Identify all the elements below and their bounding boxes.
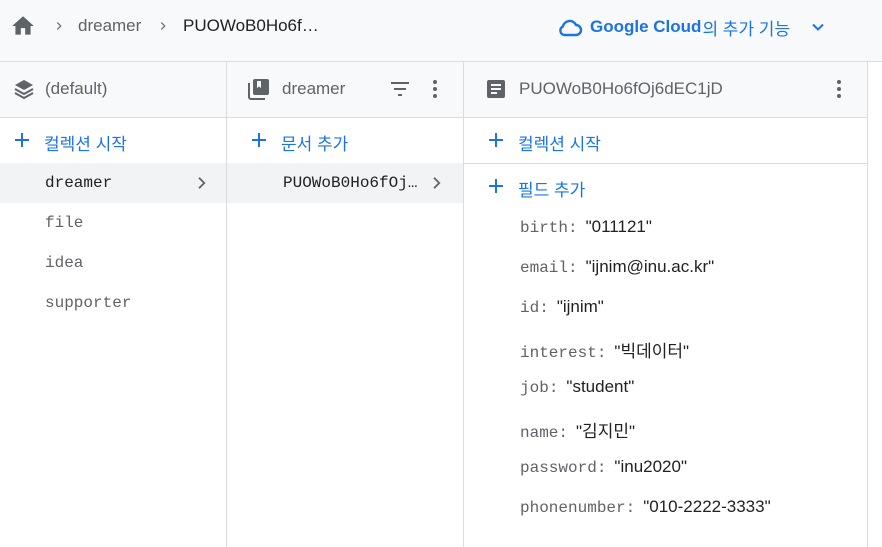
breadcrumb-collection[interactable]: dreamer	[78, 16, 141, 36]
start-subcollection-button[interactable]: 컬렉션 시작	[464, 118, 867, 162]
start-collection-button[interactable]: 컬렉션 시작	[0, 118, 226, 162]
field-separator: :	[548, 379, 559, 397]
collection-item[interactable]: dreamer	[0, 163, 226, 203]
chevron-right-icon	[160, 22, 166, 30]
more-vert-icon[interactable]	[423, 77, 447, 101]
field-value: "student"	[566, 377, 635, 396]
document-item-label: PUOWoB0Ho6fOj…	[283, 174, 418, 192]
collection-item[interactable]: file	[0, 203, 226, 243]
field-value: "ijnim"	[556, 297, 604, 316]
field-key: phonenumber	[520, 499, 626, 517]
add-field-button[interactable]: 필드 추가	[464, 164, 867, 208]
collection-item-label: idea	[45, 254, 84, 272]
chevron-right-icon	[433, 177, 441, 189]
field-separator: :	[596, 459, 607, 477]
home-icon[interactable]	[10, 13, 36, 39]
document-item[interactable]: PUOWoB0Ho6fOj…	[227, 163, 463, 203]
chevron-right-icon	[56, 22, 62, 30]
root-panel-header: (default)	[0, 62, 226, 118]
field-key: interest	[520, 344, 597, 362]
field-row[interactable]: password: "inu2020"	[520, 457, 687, 481]
field-row[interactable]: interest: "빅데이터"	[520, 337, 690, 362]
cloud-icon	[559, 19, 583, 37]
root-panel-title: (default)	[45, 79, 108, 98]
field-value: "010-2222-3333"	[643, 497, 771, 516]
collection-item[interactable]: supporter	[0, 283, 226, 323]
more-vert-icon[interactable]	[827, 77, 851, 101]
field-separator: :	[558, 424, 569, 442]
field-row[interactable]: email: "ijnim@inu.ac.kr"	[520, 257, 714, 281]
field-row[interactable]: id: "ijnim"	[520, 297, 604, 321]
start-collection-label: 컬렉션 시작	[44, 135, 127, 154]
field-value: "김지민"	[576, 422, 636, 441]
plus-icon	[489, 179, 503, 193]
add-document-label: 문서 추가	[281, 135, 349, 154]
collection-item[interactable]: idea	[0, 243, 226, 283]
chevron-right-icon	[198, 177, 206, 189]
field-separator: :	[539, 299, 549, 317]
document-panel: PUOWoB0Ho6fOj6dEC1jD 컬렉션 시작 필드 추가 birth:…	[464, 62, 868, 547]
plus-icon	[252, 133, 266, 147]
field-separator: :	[596, 344, 607, 362]
field-key: password	[520, 459, 597, 477]
field-row[interactable]: birth: "011121"	[520, 217, 652, 241]
add-document-button[interactable]: 문서 추가	[227, 118, 463, 162]
plus-icon	[489, 133, 503, 147]
collection-item-label: file	[45, 214, 84, 232]
google-cloud-brand: Google Cloud	[590, 17, 702, 36]
field-value: "ijnim@inu.ac.kr"	[585, 257, 715, 276]
field-key: birth	[520, 219, 569, 237]
field-separator: :	[568, 259, 578, 277]
plus-icon	[15, 133, 29, 147]
document-icon	[487, 80, 505, 98]
field-row[interactable]: phonenumber: "010-2222-3333"	[520, 497, 771, 521]
field-key: job	[520, 379, 549, 397]
collection-panel: dreamer 문서 추가 PUOWoB0Ho6fOj…	[227, 62, 464, 547]
collection-panel-header: dreamer	[227, 62, 463, 118]
google-cloud-addons-button[interactable]: Google Cloud 의 추가 기능	[556, 13, 828, 41]
addons-label: 의 추가 기능	[702, 19, 791, 39]
field-key: email	[520, 259, 569, 277]
layers-icon	[14, 80, 34, 100]
field-value: "011121"	[585, 217, 652, 236]
document-panel-header: PUOWoB0Ho6fOj6dEC1jD	[464, 62, 867, 118]
collection-item-label: supporter	[45, 294, 132, 312]
breadcrumb-bar: dreamer PUOWoB0Ho6f… Google Cloud 의 추가 기…	[0, 0, 882, 62]
start-subcollection-label: 컬렉션 시작	[518, 135, 601, 154]
field-value: "inu2020"	[614, 457, 687, 476]
collection-item-label: dreamer	[45, 174, 113, 192]
collection-icon	[248, 79, 269, 100]
breadcrumb-document[interactable]: PUOWoB0Ho6f…	[183, 16, 319, 36]
field-row[interactable]: job: "student"	[520, 377, 634, 401]
field-key: id	[520, 299, 540, 317]
root-panel: (default) 컬렉션 시작 dreamer file idea supporte…	[0, 62, 227, 547]
field-row[interactable]: name: "김지민"	[520, 417, 636, 442]
chevron-down-icon	[812, 23, 824, 31]
filter-icon[interactable]	[388, 77, 412, 101]
field-key: name	[520, 424, 559, 442]
add-field-label: 필드 추가	[518, 181, 586, 200]
collection-panel-title: dreamer	[282, 79, 346, 98]
field-value: "빅데이터"	[614, 342, 690, 361]
field-separator: :	[625, 499, 636, 517]
field-separator: :	[568, 219, 578, 237]
document-panel-title: PUOWoB0Ho6fOj6dEC1jD	[519, 79, 723, 98]
